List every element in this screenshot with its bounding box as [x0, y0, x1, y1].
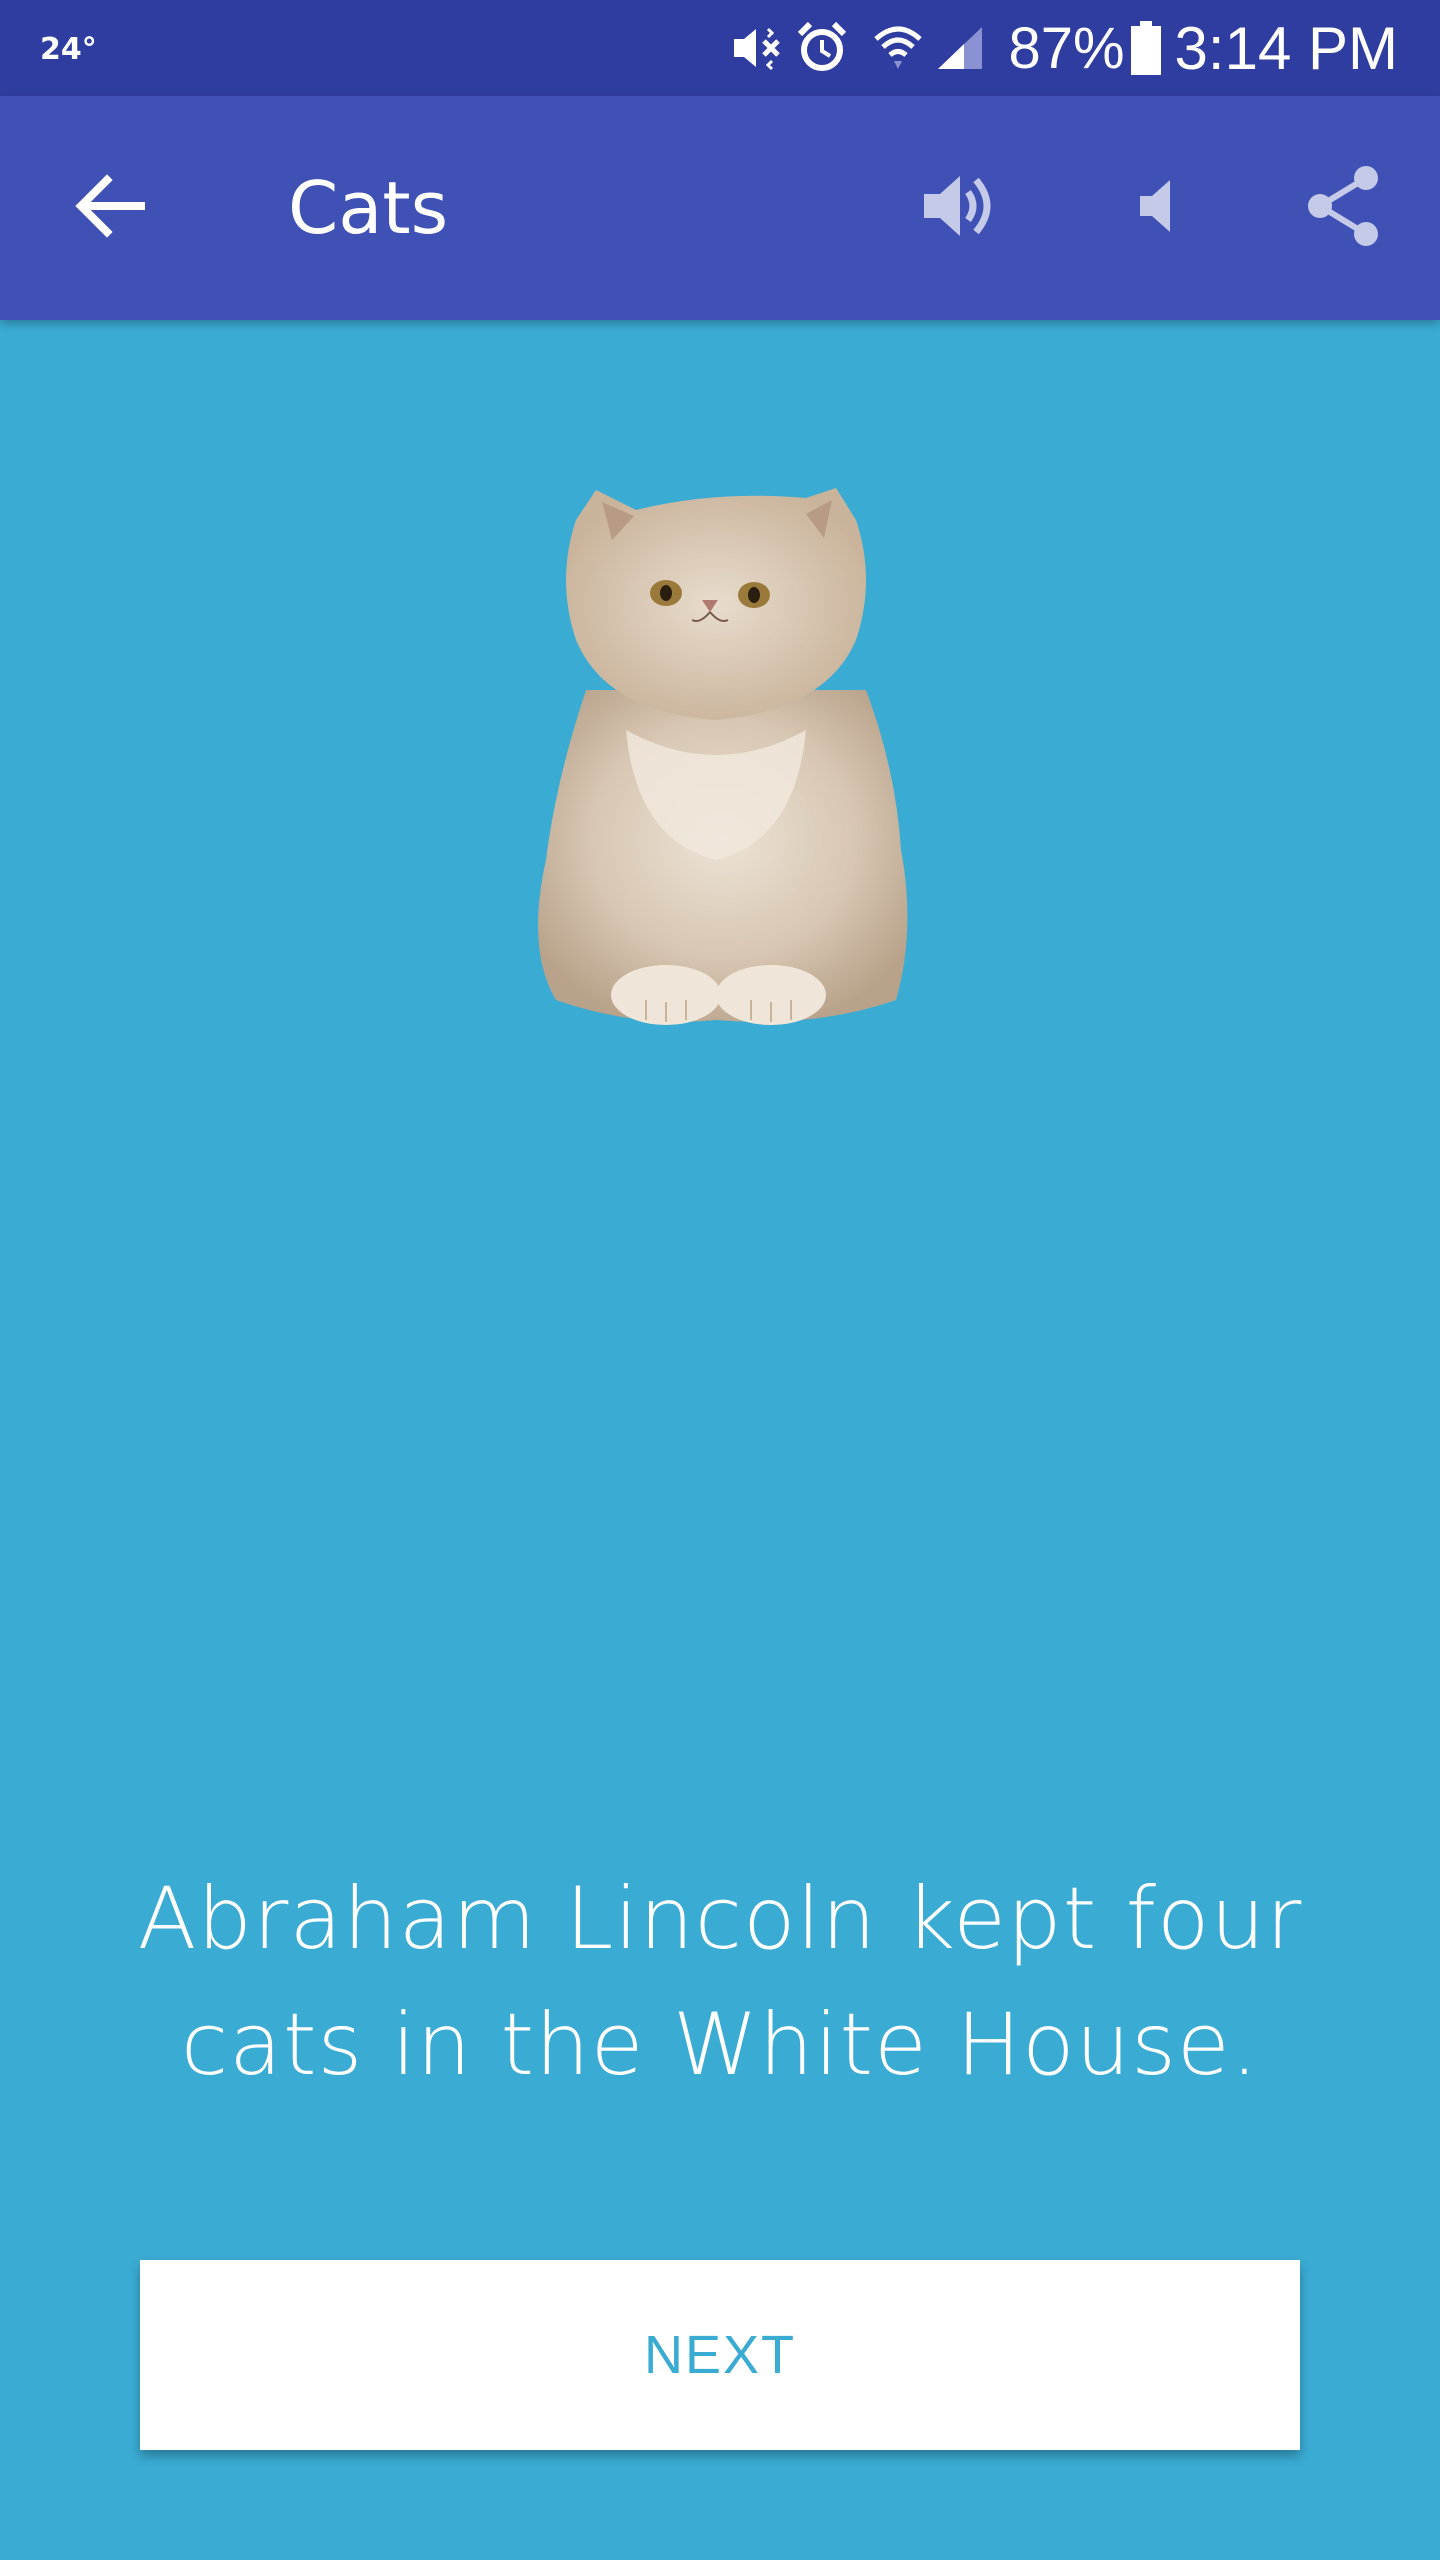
arrow-back-icon: [75, 173, 145, 243]
app-bar: Cats: [0, 96, 1440, 320]
alarm-icon: [794, 20, 850, 76]
share-button[interactable]: [1294, 158, 1394, 258]
wifi-icon: [872, 23, 924, 73]
volume-up-icon: [920, 170, 1000, 247]
status-icons: 87% 3:14 PM: [728, 0, 1398, 96]
battery-icon: [1130, 21, 1161, 75]
status-time: 3:14 PM: [1174, 14, 1398, 82]
fact-card: Abraham Lincoln kept four cats in the Wh…: [0, 320, 1440, 2560]
signal-icon: [934, 23, 986, 73]
volume-down-button[interactable]: [1104, 158, 1204, 258]
persian-cat-image: [516, 480, 916, 1030]
fact-text: Abraham Lincoln kept four cats in the Wh…: [137, 1869, 1303, 2095]
volume-down-icon: [1124, 174, 1184, 243]
page-title: Cats: [288, 166, 449, 250]
battery-percent: 87%: [1008, 15, 1125, 81]
status-temperature: 24°: [40, 32, 97, 67]
volume-up-button[interactable]: [910, 158, 1010, 258]
status-bar: 24° 87% 3:14 PM: [0, 0, 1440, 96]
next-button[interactable]: NEXT: [140, 2260, 1300, 2450]
vibrate-mute-icon: [728, 23, 784, 73]
share-icon: [1304, 164, 1384, 253]
back-button[interactable]: [60, 158, 160, 258]
